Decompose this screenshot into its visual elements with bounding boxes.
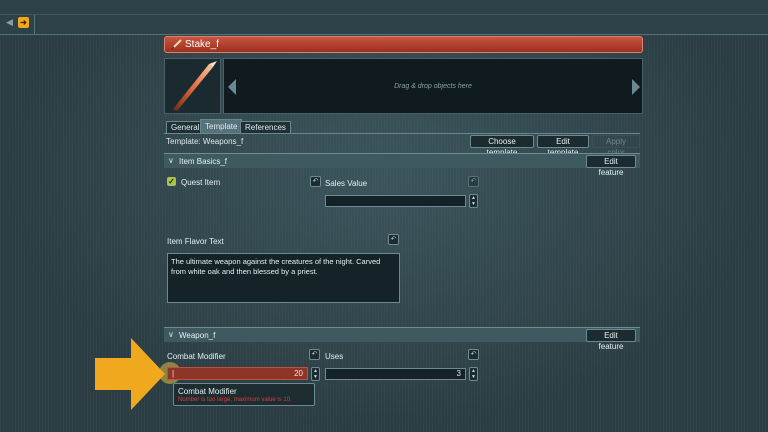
quest-item-checkbox[interactable]: ✓ — [167, 177, 176, 186]
sales-value-label: Sales Value — [325, 179, 368, 188]
section-title: Weapon_f — [179, 331, 216, 340]
reset-icon[interactable]: ↶ — [309, 349, 320, 360]
drop-zone-hint: Drag & drop objects here — [394, 83, 472, 90]
sales-value-stepper[interactable]: ▲ ▼ — [469, 194, 478, 208]
sales-value-input[interactable] — [325, 195, 466, 207]
combat-modifier-value: 20 — [294, 369, 303, 378]
tab-template[interactable]: Template — [200, 119, 243, 134]
validation-tooltip: Combat Modifier Number is too large, max… — [173, 383, 315, 406]
combat-modifier-stepper[interactable]: ▲ ▼ — [311, 367, 320, 381]
uses-input[interactable]: 3 — [325, 368, 466, 380]
edit-template-button[interactable]: Edit template — [537, 135, 589, 157]
export-icon[interactable]: ➜ — [18, 17, 29, 28]
text-cursor: | — [172, 369, 175, 378]
collapse-chevron-icon[interactable]: ∨ — [168, 330, 174, 339]
quest-item-label: Quest Item — [181, 178, 221, 187]
section-title: Item Basics_f — [179, 157, 228, 166]
template-name: Template: Weapons_f — [166, 137, 244, 146]
reset-icon[interactable]: ↶ — [468, 349, 479, 360]
stake-image — [165, 59, 220, 113]
reset-icon[interactable]: ↶ — [388, 234, 399, 245]
uses-value: 3 — [456, 369, 461, 378]
edit-feature-button[interactable]: Edit feature — [586, 155, 636, 177]
reset-icon[interactable]: ↶ — [310, 176, 321, 187]
combat-modifier-label: Combat Modifier — [167, 352, 226, 361]
next-arrow-icon[interactable] — [632, 79, 640, 95]
object-title-bar: Stake_f — [164, 36, 643, 53]
reset-icon[interactable]: ↶ — [468, 176, 479, 187]
tooltip-title: Combat Modifier — [178, 387, 237, 396]
flavor-text-label: Item Flavor Text — [167, 237, 224, 246]
tutorial-arrow-icon — [95, 338, 165, 410]
top-toolbar: ◀ ➜ — [0, 0, 768, 35]
object-thumbnail[interactable] — [164, 58, 221, 114]
uses-stepper[interactable]: ▲ ▼ — [469, 367, 478, 381]
back-arrow-icon[interactable]: ◀ — [4, 17, 15, 28]
collapse-chevron-icon[interactable]: ∨ — [168, 156, 174, 165]
flavor-text-area[interactable]: The ultimate weapon against the creature… — [167, 253, 400, 303]
combat-modifier-input[interactable]: | 20 — [167, 367, 308, 380]
stake-icon — [170, 39, 182, 51]
drop-zone[interactable]: Drag & drop objects here — [223, 58, 643, 114]
uses-label: Uses — [325, 352, 344, 361]
toolbar-divider — [0, 0, 768, 15]
tabs-underline — [164, 133, 640, 134]
object-title: Stake_f — [185, 39, 219, 50]
tooltip-error-message: Number is too large, maximum value is 10… — [178, 397, 292, 403]
section-weapon[interactable]: ∨ Weapon_f Edit feature — [164, 327, 640, 351]
edit-feature-button[interactable]: Edit feature — [586, 329, 636, 351]
section-item-basics[interactable]: ∨ Item Basics_f Edit feature — [164, 153, 640, 177]
choose-template-button[interactable]: Choose template — [470, 135, 534, 157]
apply-color-button[interactable]: Apply color — [592, 135, 640, 157]
toolbar-separator — [34, 15, 35, 35]
